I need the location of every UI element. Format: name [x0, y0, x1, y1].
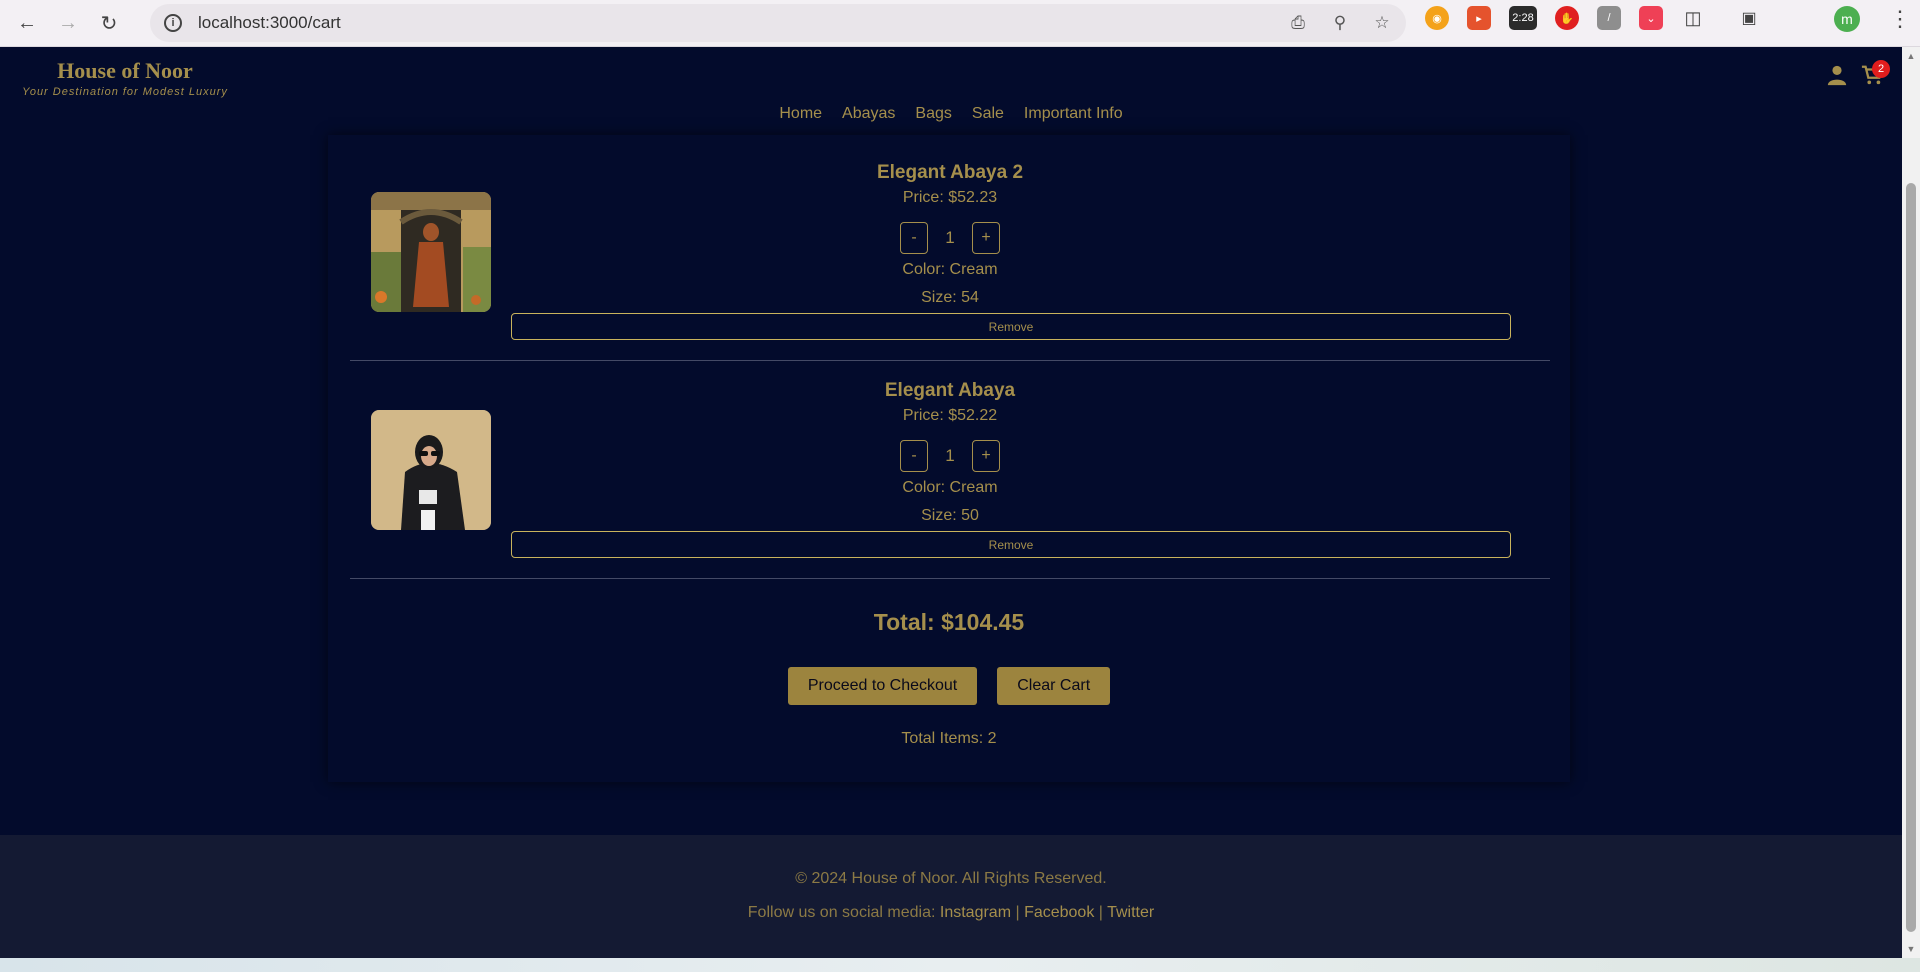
megaphone-extension-icon[interactable]: ▸ — [1467, 6, 1491, 30]
twitter-link[interactable]: Twitter — [1107, 904, 1154, 921]
zoom-icon[interactable]: ⚲ — [1330, 13, 1350, 33]
item-price: Price: $52.23 — [902, 189, 998, 206]
instagram-link[interactable]: Instagram — [940, 904, 1011, 921]
scroll-down-arrow-icon[interactable]: ▼ — [1906, 944, 1916, 954]
reload-icon[interactable]: ↻ — [95, 9, 123, 37]
total-items-count: Total Items: 2 — [901, 730, 997, 747]
nav-important-info[interactable]: Important Info — [1024, 105, 1123, 123]
extensions-bar: ◉ ▸ 2:28 ✋ / ⌄ ◫ ▣ — [1425, 6, 1761, 30]
back-icon[interactable]: ← — [13, 9, 41, 37]
user-account-icon[interactable] — [1826, 64, 1848, 86]
separator: | — [1094, 904, 1108, 921]
nav-bags[interactable]: Bags — [915, 105, 951, 123]
footer-social-links: Follow us on social media: Instagram | F… — [0, 904, 1902, 922]
cart-item: Elegant Abaya Price: $52.22 - 1 + Color:… — [350, 361, 1550, 579]
hand-stop-extension-icon[interactable]: ✋ — [1555, 6, 1579, 30]
increase-quantity-button[interactable]: + — [972, 222, 1000, 254]
clear-cart-button[interactable]: Clear Cart — [997, 667, 1111, 705]
page-scrollbar[interactable]: ▲ ▼ — [1902, 47, 1920, 958]
nav-sale[interactable]: Sale — [972, 105, 1004, 123]
social-prefix: Follow us on social media: — [747, 904, 940, 921]
separator: | — [1011, 904, 1025, 921]
proceed-to-checkout-button[interactable]: Proceed to Checkout — [787, 667, 978, 705]
speedometer-extension-icon[interactable]: ◉ — [1425, 6, 1449, 30]
item-title: Elegant Abaya — [884, 380, 1016, 401]
site-footer: © 2024 House of Noor. All Rights Reserve… — [0, 835, 1902, 958]
install-app-icon[interactable]: ⎙ — [1288, 13, 1308, 33]
quantity-value: 1 — [945, 446, 955, 465]
decrease-quantity-button[interactable]: - — [900, 222, 928, 254]
quantity-value: 1 — [945, 228, 955, 247]
pocket-extension-icon[interactable]: ⌄ — [1639, 6, 1663, 30]
scroll-thumb[interactable] — [1906, 183, 1916, 932]
item-color: Color: Cream — [902, 261, 998, 278]
nav-home[interactable]: Home — [779, 105, 822, 123]
remove-item-button[interactable]: Remove — [511, 531, 1511, 558]
slash-extension-icon[interactable]: / — [1597, 6, 1621, 30]
site-info-icon[interactable]: i — [164, 14, 182, 32]
item-color: Color: Cream — [902, 479, 998, 496]
cart-total: Total: $104.45 — [873, 609, 1025, 635]
remove-item-button[interactable]: Remove — [511, 313, 1511, 340]
profile-avatar[interactable]: m — [1834, 6, 1860, 32]
facebook-link[interactable]: Facebook — [1024, 904, 1094, 921]
address-bar[interactable]: i localhost:3000/cart ⎙ ⚲ ☆ — [150, 4, 1406, 42]
brand-name: House of Noor — [57, 58, 193, 83]
decrease-quantity-button[interactable]: - — [900, 440, 928, 472]
quantity-stepper: - 1 + — [350, 222, 1550, 254]
brand-tagline: Your Destination for Modest Luxury — [22, 86, 228, 98]
cart-count-badge: 2 — [1872, 60, 1890, 78]
brand-logo[interactable]: House of Noor Your Destination for Modes… — [20, 58, 230, 98]
item-size: Size: 50 — [921, 507, 979, 524]
timer-extension-icon[interactable]: 2:28 — [1509, 6, 1537, 30]
footer-copyright: © 2024 House of Noor. All Rights Reserve… — [795, 870, 1107, 887]
tab-search-icon[interactable]: ▣ — [1737, 6, 1761, 30]
item-price: Price: $52.22 — [902, 407, 998, 424]
item-title: Elegant Abaya 2 — [876, 162, 1024, 183]
quantity-stepper: - 1 + — [350, 440, 1550, 472]
increase-quantity-button[interactable]: + — [972, 440, 1000, 472]
scroll-up-arrow-icon[interactable]: ▲ — [1906, 51, 1916, 61]
cart-container: Elegant Abaya 2 Price: $52.23 - 1 + Colo… — [328, 135, 1570, 782]
bookmark-star-icon[interactable]: ☆ — [1372, 13, 1392, 33]
nav-abayas[interactable]: Abayas — [842, 105, 895, 123]
forward-icon[interactable]: → — [54, 9, 82, 37]
main-nav: Home Abayas Bags Sale Important Info — [0, 105, 1902, 123]
cart-item: Elegant Abaya 2 Price: $52.23 - 1 + Colo… — [350, 135, 1550, 361]
browser-menu-icon[interactable]: ⋮ — [1889, 6, 1911, 32]
site-header: House of Noor Your Destination for Modes… — [0, 47, 1902, 135]
cart-actions: Proceed to Checkout Clear Cart — [328, 667, 1570, 705]
browser-toolbar: ← → ↻ i localhost:3000/cart ⎙ ⚲ ☆ ◉ ▸ 2:… — [0, 0, 1920, 47]
url-text[interactable]: localhost:3000/cart — [198, 13, 341, 33]
item-size: Size: 54 — [921, 289, 979, 306]
puzzle-extensions-icon[interactable]: ◫ — [1681, 6, 1705, 30]
os-taskbar — [0, 958, 1920, 972]
